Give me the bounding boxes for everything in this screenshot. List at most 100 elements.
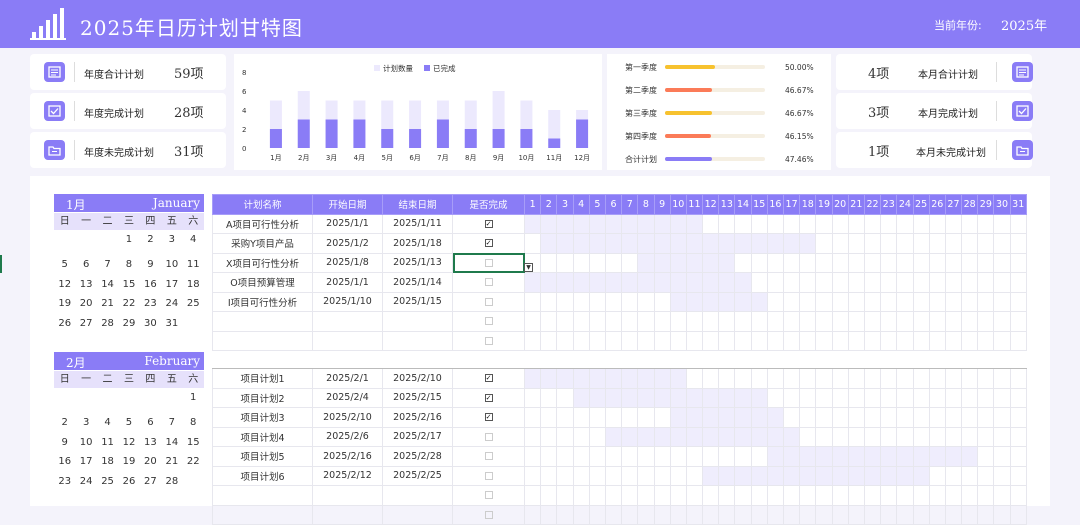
calendar-day[interactable]: 30 — [140, 314, 161, 334]
calendar-day[interactable]: 15 — [183, 433, 204, 453]
day-header[interactable]: 4 — [572, 194, 590, 215]
done-checkbox[interactable] — [484, 491, 493, 500]
plan-name[interactable]: 项目计划2 — [212, 387, 313, 408]
day-header[interactable]: 7 — [621, 194, 639, 215]
day-header[interactable]: 31 — [1009, 194, 1027, 215]
end-date[interactable]: 2025/2/15 — [382, 387, 453, 408]
start-date[interactable] — [312, 330, 383, 351]
calendar-day[interactable]: 27 — [75, 314, 96, 334]
end-date[interactable]: 2025/2/10 — [382, 368, 453, 389]
calendar-day[interactable]: 3 — [75, 413, 96, 433]
start-date[interactable]: 2025/2/6 — [312, 426, 383, 447]
calendar-day[interactable]: 16 — [54, 452, 75, 472]
done-checkbox-cell[interactable] — [452, 485, 525, 506]
calendar-day[interactable]: 18 — [97, 452, 118, 472]
calendar-day[interactable] — [97, 230, 118, 250]
done-checkbox-cell[interactable] — [452, 504, 525, 525]
day-header[interactable]: 27 — [944, 194, 963, 215]
day-header[interactable]: 8 — [637, 194, 655, 215]
calendar-day[interactable]: 26 — [54, 314, 75, 334]
calendar-day[interactable]: 20 — [140, 452, 161, 472]
end-date[interactable] — [382, 485, 453, 506]
plan-name[interactable]: 项目计划6 — [212, 465, 313, 486]
calendar-day[interactable] — [183, 472, 204, 492]
day-header[interactable]: 2 — [540, 194, 558, 215]
day-header[interactable]: 9 — [653, 194, 671, 215]
year-value[interactable]: 2025年 — [1001, 15, 1047, 34]
done-checkbox[interactable] — [484, 510, 493, 519]
end-date[interactable] — [382, 330, 453, 351]
day-header[interactable]: 12 — [702, 194, 720, 215]
start-date[interactable]: 2025/1/1 — [312, 272, 383, 293]
calendar-day[interactable]: 6 — [75, 255, 96, 275]
calendar-day[interactable]: 21 — [161, 452, 182, 472]
calendar-day[interactable] — [183, 314, 204, 334]
start-date[interactable]: 2025/2/1 — [312, 368, 383, 389]
calendar-day[interactable]: 26 — [118, 472, 139, 492]
calendar-day[interactable]: 8 — [118, 255, 139, 275]
calendar-day[interactable] — [140, 388, 161, 408]
day-header[interactable]: 15 — [750, 194, 768, 215]
column-header[interactable]: 结束日期 — [382, 194, 453, 215]
calendar-day[interactable]: 11 — [183, 255, 204, 275]
end-date[interactable]: 2025/1/11 — [382, 213, 453, 234]
start-date[interactable] — [312, 311, 383, 332]
done-checkbox[interactable]: ✓ — [484, 413, 493, 422]
day-header[interactable]: 25 — [912, 194, 930, 215]
plan-name[interactable]: A项目可行性分析 — [212, 213, 313, 234]
calendar-day[interactable]: 12 — [118, 433, 139, 453]
column-header[interactable]: 开始日期 — [312, 194, 383, 215]
start-date[interactable]: 2025/2/12 — [312, 465, 383, 486]
calendar-day[interactable]: 27 — [140, 472, 161, 492]
done-checkbox[interactable] — [484, 452, 493, 461]
column-header[interactable]: 是否完成 — [452, 194, 525, 215]
calendar-day[interactable] — [75, 230, 96, 250]
start-date[interactable]: 2025/1/1 — [312, 213, 383, 234]
plan-name[interactable] — [212, 485, 313, 506]
calendar-day[interactable]: 29 — [118, 314, 139, 334]
calendar-day[interactable]: 22 — [183, 452, 204, 472]
done-checkbox-cell[interactable] — [452, 465, 525, 486]
dropdown-arrow-icon[interactable]: ▼ — [524, 263, 533, 272]
calendar-day[interactable]: 14 — [161, 433, 182, 453]
done-checkbox[interactable] — [484, 297, 493, 306]
done-checkbox[interactable]: ✓ — [484, 239, 493, 248]
day-header[interactable]: 10 — [669, 194, 687, 215]
start-date[interactable] — [312, 504, 383, 525]
calendar-day[interactable]: 21 — [97, 294, 118, 314]
day-header[interactable]: 6 — [604, 194, 623, 215]
end-date[interactable]: 2025/2/17 — [382, 426, 453, 447]
day-header[interactable]: 18 — [799, 194, 817, 215]
day-header[interactable]: 26 — [928, 194, 946, 215]
calendar-day[interactable] — [54, 230, 75, 250]
day-header[interactable]: 20 — [831, 194, 849, 215]
calendar-day[interactable]: 15 — [118, 275, 139, 295]
calendar-day[interactable]: 17 — [75, 452, 96, 472]
plan-name[interactable]: X项目可行性分析 — [212, 252, 313, 273]
calendar-day[interactable]: 1 — [118, 230, 139, 250]
calendar-day[interactable]: 1 — [183, 388, 204, 408]
end-date[interactable]: 2025/1/18 — [382, 233, 453, 254]
done-checkbox[interactable]: ✓ — [484, 393, 493, 402]
calendar-day[interactable]: 10 — [161, 255, 182, 275]
day-header[interactable]: 5 — [588, 194, 606, 215]
end-date[interactable]: 2025/1/13 — [382, 252, 453, 273]
start-date[interactable]: 2025/1/8 — [312, 252, 383, 273]
done-checkbox[interactable] — [484, 471, 493, 480]
calendar-day[interactable]: 11 — [97, 433, 118, 453]
end-date[interactable]: 2025/2/28 — [382, 446, 453, 467]
calendar-day[interactable]: 10 — [75, 433, 96, 453]
calendar-day[interactable]: 24 — [75, 472, 96, 492]
calendar-day[interactable]: 8 — [183, 413, 204, 433]
plan-name[interactable]: 项目计划4 — [212, 426, 313, 447]
calendar-day[interactable]: 28 — [97, 314, 118, 334]
done-checkbox-cell[interactable] — [452, 252, 525, 273]
calendar-day[interactable]: 9 — [140, 255, 161, 275]
plan-name[interactable]: 项目计划5 — [212, 446, 313, 467]
day-header[interactable]: 14 — [734, 194, 752, 215]
end-date[interactable] — [382, 311, 453, 332]
calendar-day[interactable]: 20 — [75, 294, 96, 314]
column-header[interactable]: 计划名称 — [212, 194, 313, 215]
calendar-day[interactable] — [97, 388, 118, 408]
done-checkbox-cell[interactable] — [452, 330, 525, 351]
